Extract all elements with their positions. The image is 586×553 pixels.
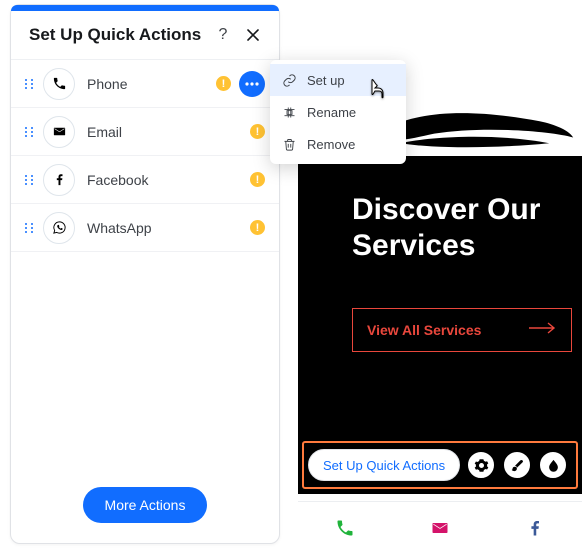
phone-icon (335, 518, 355, 538)
quick-action-email[interactable] (393, 502, 488, 553)
ctx-item-label: Rename (307, 105, 356, 120)
panel-footer: More Actions (11, 471, 279, 543)
design-button[interactable] (502, 450, 532, 480)
panel-header: Set Up Quick Actions ? (11, 11, 279, 60)
arrow-right-icon (529, 321, 557, 340)
close-icon (246, 28, 260, 42)
action-row-email[interactable]: Email ! (11, 108, 279, 156)
action-label: Facebook (87, 172, 244, 188)
settings-button[interactable] (466, 450, 496, 480)
quick-action-facebook[interactable] (487, 502, 582, 553)
drag-handle-icon[interactable] (25, 223, 35, 233)
whatsapp-icon (43, 212, 75, 244)
action-row-whatsapp[interactable]: WhatsApp ! (11, 204, 279, 252)
drag-handle-icon[interactable] (25, 127, 35, 137)
action-row-phone[interactable]: Phone ! (11, 60, 279, 108)
set-up-quick-actions-button[interactable]: Set Up Quick Actions (308, 449, 460, 481)
warning-icon: ! (250, 172, 265, 187)
action-label: WhatsApp (87, 220, 244, 236)
action-row-facebook[interactable]: Facebook ! (11, 156, 279, 204)
quick-actions-panel: Set Up Quick Actions ? Phone ! Email ! (10, 4, 280, 544)
action-label: Phone (87, 76, 210, 92)
email-icon (430, 518, 450, 538)
hero-title: Discover Our Services (352, 192, 582, 264)
cta-label: View All Services (367, 322, 481, 338)
gear-icon (474, 458, 489, 473)
hero-title-line: Services (352, 228, 582, 264)
view-all-services-button[interactable]: View All Services (352, 308, 572, 352)
hero-title-line: Discover Our (352, 192, 582, 228)
ctx-item-label: Set up (307, 73, 345, 88)
facebook-icon (525, 518, 545, 538)
facebook-icon (43, 164, 75, 196)
row-overflow-button[interactable] (239, 71, 265, 97)
color-button[interactable] (538, 450, 568, 480)
quick-actions-bar (298, 501, 582, 553)
rename-icon (282, 105, 297, 120)
quick-action-phone[interactable] (298, 502, 393, 553)
link-icon (282, 73, 297, 88)
warning-icon: ! (250, 124, 265, 139)
warning-icon: ! (250, 220, 265, 235)
panel-title: Set Up Quick Actions (29, 25, 213, 45)
phone-icon (43, 68, 75, 100)
trash-icon (282, 137, 297, 152)
quick-actions-element-selection[interactable]: Set Up Quick Actions (302, 441, 578, 489)
close-button[interactable] (243, 25, 263, 45)
action-list: Phone ! Email ! Facebook ! (11, 60, 279, 471)
row-context-menu: Set up Rename Remove (270, 60, 406, 164)
ctx-item-remove[interactable]: Remove (270, 128, 406, 160)
warning-icon: ! (216, 76, 231, 91)
cursor-pointer-icon (366, 78, 386, 105)
ctx-item-label: Remove (307, 137, 355, 152)
email-icon (43, 116, 75, 148)
brush-icon (510, 458, 525, 473)
drop-icon (546, 458, 561, 473)
more-actions-button[interactable]: More Actions (83, 487, 208, 523)
drag-handle-icon[interactable] (25, 79, 35, 89)
action-label: Email (87, 124, 244, 140)
drag-handle-icon[interactable] (25, 175, 35, 185)
help-button[interactable]: ? (213, 25, 233, 45)
